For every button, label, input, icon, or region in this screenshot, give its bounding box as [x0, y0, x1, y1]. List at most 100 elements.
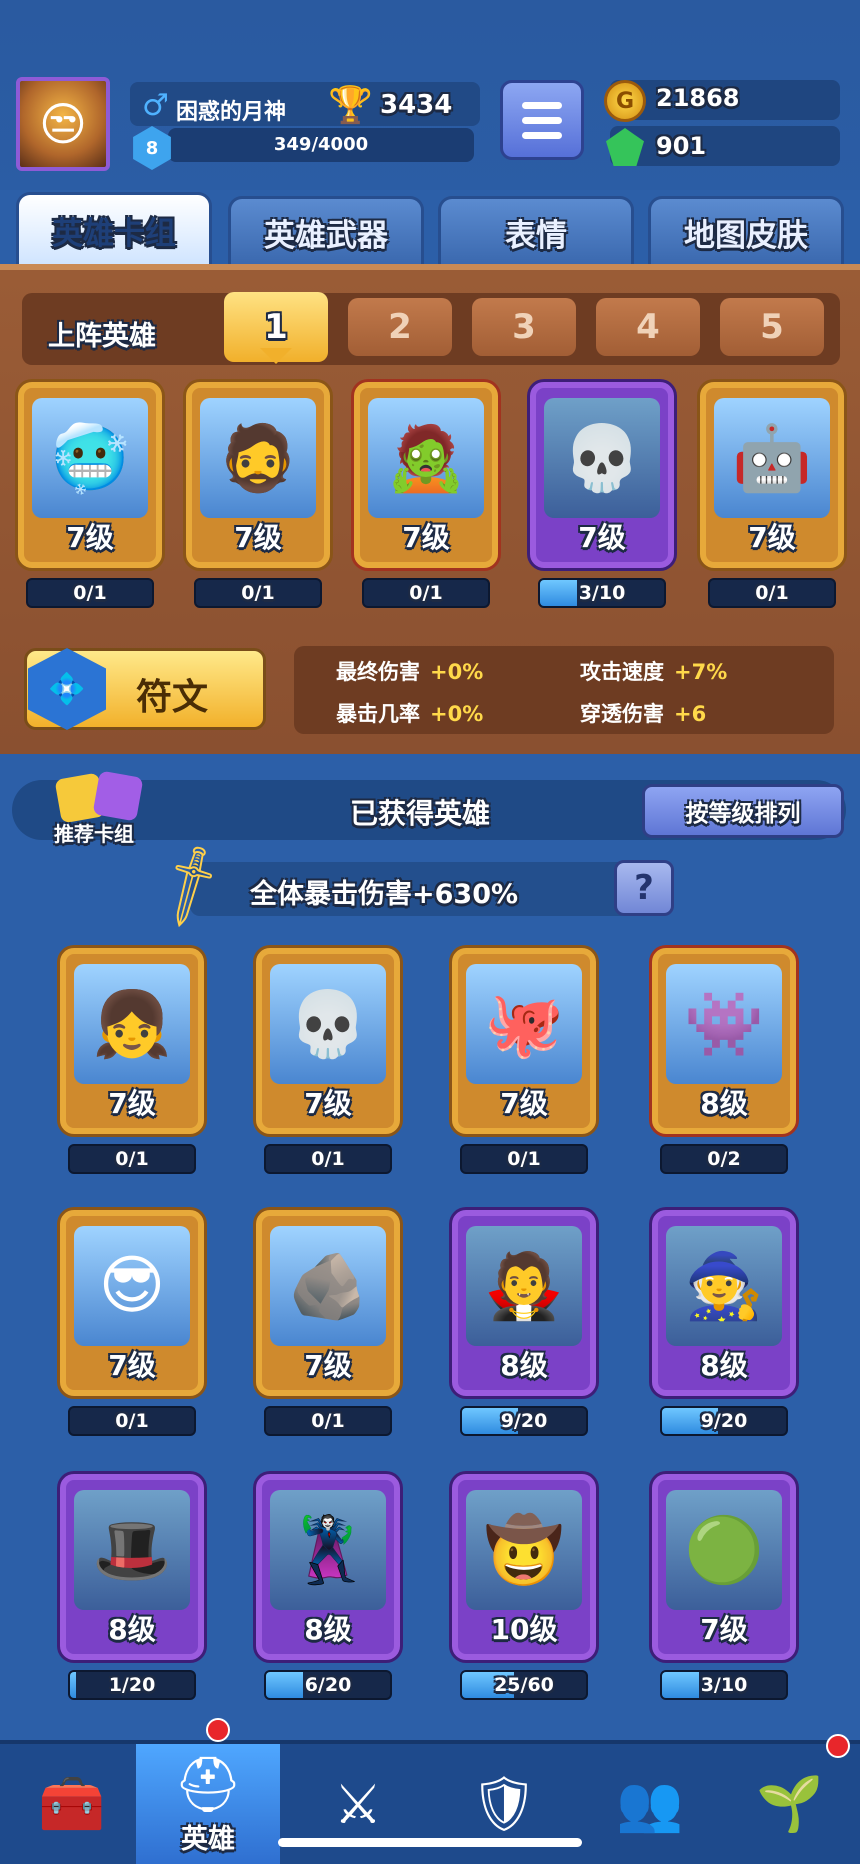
- hero-card[interactable]: 👾 8级 0/2: [652, 948, 796, 1174]
- hero-card[interactable]: 🟢 7级 3/10: [652, 1474, 796, 1700]
- gold-coin-icon: G: [604, 80, 646, 122]
- stat-value: +0%: [430, 702, 484, 726]
- nav-item-treasure-chest[interactable]: 🧰: [0, 1744, 144, 1864]
- hero-progress-bar: 3/10: [538, 578, 666, 608]
- hero-progress-text: 3/10: [700, 1674, 748, 1696]
- hero-card[interactable]: 🧛 8级 9/20: [452, 1210, 596, 1436]
- menu-line: [522, 131, 562, 139]
- trophy-count: 3434: [380, 90, 453, 120]
- hero-card[interactable]: 🧟 7级 0/1: [354, 382, 498, 608]
- hero-progress-text: 1/20: [108, 1674, 156, 1696]
- hero-card-frame: 🟢 7级: [652, 1474, 796, 1660]
- crit-bonus-text: 全体暴击伤害+630%: [250, 879, 519, 910]
- sort-by-level-button[interactable]: 按等级排列: [642, 784, 844, 838]
- hero-card[interactable]: 🦹 8级 6/20: [256, 1474, 400, 1700]
- hero-card[interactable]: 🥶 7级 0/1: [18, 382, 162, 608]
- notification-dot: [826, 1734, 850, 1758]
- hero-level: 8级: [500, 1349, 548, 1382]
- hero-progress-bar: 6/20: [264, 1670, 392, 1700]
- hero-level: 7级: [578, 521, 626, 554]
- hero-card-frame: 🧙 8级: [652, 1210, 796, 1396]
- hero-card[interactable]: 🧙 8级 9/20: [652, 1210, 796, 1436]
- hero-card[interactable]: 😎 7级 0/1: [60, 1210, 204, 1436]
- deck-label: 上阵英雄: [48, 321, 156, 352]
- gem-bar: [610, 126, 840, 166]
- hero-progress-text: 9/20: [500, 1410, 548, 1432]
- nav-item-team-banner[interactable]: 👥: [578, 1744, 722, 1864]
- stat-crit-rate: 暴击几率 +0%: [336, 698, 483, 728]
- player-avatar[interactable]: 😒: [16, 77, 110, 171]
- hero-card[interactable]: 🧔 7级 0/1: [186, 382, 330, 608]
- recommended-deck-label[interactable]: 推荐卡组: [54, 818, 134, 847]
- hero-card[interactable]: 💀 7级 0/1: [256, 948, 400, 1174]
- hero-card-frame: 🥶 7级: [18, 382, 162, 568]
- hero-progress-bar: 9/20: [460, 1406, 588, 1436]
- hero-portrait: 🧛: [466, 1226, 582, 1346]
- hero-card-frame: 🪨 7级: [256, 1210, 400, 1396]
- deck-slot-4[interactable]: 4: [596, 298, 700, 356]
- hero-progress-text: 6/20: [304, 1674, 352, 1696]
- hero-progress-text: 3/10: [578, 582, 626, 604]
- tab-hero-weapons[interactable]: 英雄武器: [228, 196, 424, 266]
- hero-progress-bar: 0/2: [660, 1144, 788, 1174]
- hero-card[interactable]: 🤠 10级 25/60: [452, 1474, 596, 1700]
- hero-portrait: 🧔: [200, 398, 316, 518]
- menu-line: [522, 101, 562, 109]
- help-button[interactable]: ?: [614, 860, 674, 916]
- hero-level: 7级: [748, 521, 796, 554]
- menu-line: [522, 116, 562, 124]
- hero-card-frame: 💀 7级: [256, 948, 400, 1134]
- hero-card[interactable]: 🐙 7级 0/1: [452, 948, 596, 1174]
- tab-map-skins[interactable]: 地图皮肤: [648, 196, 844, 266]
- nav-item-sprout-island[interactable]: 🌱: [718, 1744, 860, 1864]
- hero-progress-bar: 0/1: [362, 578, 490, 608]
- hero-progress-text: 0/1: [311, 1148, 345, 1170]
- crossed-swords-icon: ⚔: [333, 1772, 383, 1836]
- recommended-deck-icon[interactable]: [54, 770, 144, 824]
- hero-progress-text: 0/1: [409, 582, 443, 604]
- deck-slot-3[interactable]: 3: [472, 298, 576, 356]
- player-name: 困惑的月神: [176, 100, 287, 125]
- stat-name: 暴击几率: [336, 702, 420, 726]
- hero-card[interactable]: 🎩 8级 1/20: [60, 1474, 204, 1700]
- hero-card[interactable]: 🪨 7级 0/1: [256, 1210, 400, 1436]
- hero-progress-text: 0/2: [707, 1148, 741, 1170]
- hero-progress-text: 25/60: [494, 1674, 554, 1696]
- hero-progress-bar: 0/1: [264, 1144, 392, 1174]
- crown-shield-icon: 🛡: [469, 1772, 539, 1835]
- hero-progress-bar: 9/20: [660, 1406, 788, 1436]
- home-indicator: [278, 1838, 582, 1847]
- deck-slot-5[interactable]: 5: [720, 298, 824, 356]
- hero-card-frame: 🤠 10级: [452, 1474, 596, 1660]
- trophy-icon: 🏆: [328, 85, 373, 126]
- stat-value: +6: [674, 702, 707, 726]
- hero-portrait: 🥶: [32, 398, 148, 518]
- nav-item-knight-helmet[interactable]: ⛑ 英雄: [136, 1744, 280, 1864]
- hero-card[interactable]: 👧 7级 0/1: [60, 948, 204, 1174]
- sprout-island-icon: 🌱: [756, 1772, 824, 1835]
- deck-slot-1[interactable]: 1: [224, 292, 328, 364]
- deck-slot-2[interactable]: 2: [348, 298, 452, 356]
- hero-level: 8级: [700, 1349, 748, 1382]
- treasure-chest-icon: 🧰: [38, 1772, 106, 1835]
- hero-card[interactable]: 💀 7级 3/10: [530, 382, 674, 608]
- tab-hero-deck[interactable]: 英雄卡组: [16, 192, 212, 266]
- hero-portrait: 🦹: [270, 1490, 386, 1610]
- tab-emotes[interactable]: 表情: [438, 196, 634, 266]
- hero-progress-bar: 0/1: [708, 578, 836, 608]
- hero-level: 7级: [66, 521, 114, 554]
- hero-card[interactable]: 🤖 7级 0/1: [700, 382, 844, 608]
- menu-button[interactable]: [500, 80, 584, 160]
- knight-helmet-icon: ⛑: [173, 1752, 243, 1816]
- hero-portrait: 🎩: [74, 1490, 190, 1610]
- hero-progress-bar: 25/60: [460, 1670, 588, 1700]
- hero-card-frame: 🦹 8级: [256, 1474, 400, 1660]
- exp-text: 349/4000: [273, 134, 369, 155]
- hero-portrait: 🤖: [714, 398, 830, 518]
- nav-label: 英雄: [181, 1823, 235, 1855]
- hero-progress-text: 0/1: [115, 1410, 149, 1432]
- hero-level: 7级: [234, 521, 282, 554]
- hero-portrait: 😎: [74, 1226, 190, 1346]
- hero-card-frame: 👧 7级: [60, 948, 204, 1134]
- hero-card-frame: 🧛 8级: [452, 1210, 596, 1396]
